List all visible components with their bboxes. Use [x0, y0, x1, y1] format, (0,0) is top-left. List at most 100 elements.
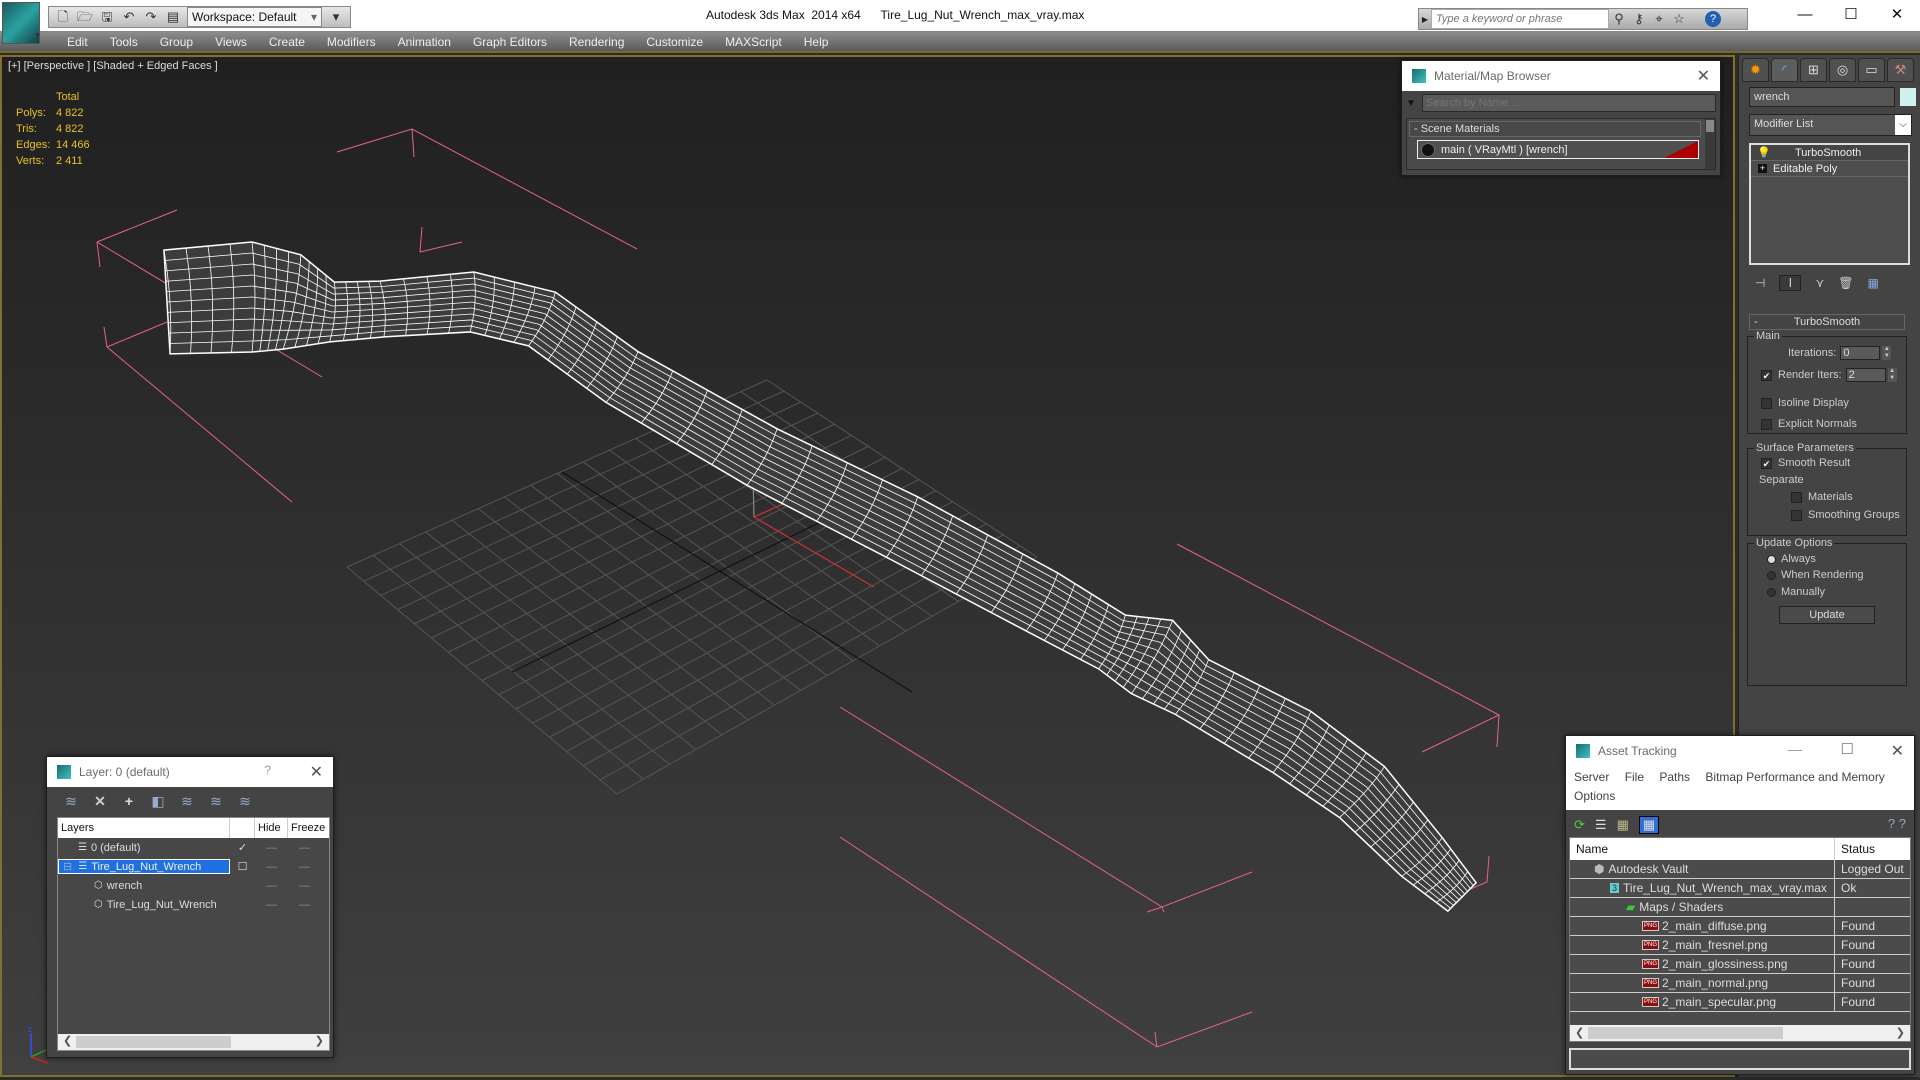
- tree-view-icon[interactable]: ▦: [1617, 817, 1629, 833]
- col-name[interactable]: Name: [1570, 838, 1835, 860]
- col-status[interactable]: Status: [1835, 838, 1875, 860]
- project-folder-icon[interactable]: ▤: [165, 9, 181, 25]
- layer-settings-icon[interactable]: ≋: [237, 793, 253, 810]
- modify-tab-icon[interactable]: ◜: [1771, 58, 1798, 82]
- menu-help[interactable]: Help: [793, 32, 840, 51]
- hide-toggle[interactable]: —: [255, 842, 288, 854]
- layer-row[interactable]: ⬡ wrench — —: [58, 876, 329, 895]
- stack-item-turbosmooth[interactable]: 💡 TurboSmooth: [1751, 145, 1908, 161]
- col-current[interactable]: [230, 818, 255, 838]
- scroll-right-icon[interactable]: ❯: [1896, 1026, 1905, 1039]
- close-icon[interactable]: ✕: [310, 762, 323, 782]
- stack-item-editable-poly[interactable]: + Editable Poly: [1751, 161, 1908, 177]
- col-freeze[interactable]: Freeze: [288, 818, 326, 838]
- viewport-label[interactable]: [+] [Perspective ] [Shaded + Edged Faces…: [8, 60, 218, 72]
- close-icon[interactable]: ✕: [1697, 66, 1710, 86]
- delete-layer-icon[interactable]: ✕: [92, 793, 108, 810]
- menu-modifiers[interactable]: Modifiers: [316, 32, 387, 51]
- materials-checkbox[interactable]: [1791, 491, 1802, 503]
- menu-file[interactable]: File: [1625, 770, 1644, 784]
- menu-rendering[interactable]: Rendering: [558, 32, 635, 51]
- turbosmooth-rollout-header[interactable]: - TurboSmooth: [1749, 314, 1905, 330]
- render-iters-checkbox[interactable]: ✔: [1761, 369, 1772, 381]
- object-name-field[interactable]: [1749, 87, 1895, 107]
- minimize-button[interactable]: —: [1788, 741, 1802, 757]
- render-iters-spinner[interactable]: 2: [1845, 368, 1886, 382]
- material-search-input[interactable]: [1422, 94, 1716, 112]
- freeze-toggle[interactable]: —: [288, 861, 321, 873]
- object-color-swatch[interactable]: [1900, 88, 1916, 106]
- scroll-left-icon[interactable]: ❮: [63, 1034, 72, 1047]
- save-icon[interactable]: 🖫: [99, 9, 115, 25]
- open-folder-icon[interactable]: 🗁: [77, 9, 93, 25]
- create-layer-icon[interactable]: ≋: [63, 793, 79, 810]
- highlight-layer-icon[interactable]: ≋: [208, 793, 224, 810]
- col-layers[interactable]: Layers: [58, 818, 230, 838]
- close-button[interactable]: ✕: [1874, 0, 1920, 30]
- layer-row[interactable]: ☰ 0 (default) ✓ — —: [58, 838, 329, 857]
- scroll-left-icon[interactable]: ❮: [1575, 1026, 1584, 1039]
- select-layer-icon[interactable]: ≋: [179, 793, 195, 810]
- add-to-layer-icon[interactable]: +: [121, 793, 137, 809]
- material-item[interactable]: main ( VRayMtl ) [wrench]: [1417, 140, 1699, 159]
- menu-paths[interactable]: Paths: [1659, 770, 1690, 784]
- lightbulb-icon[interactable]: 💡: [1757, 146, 1771, 159]
- freeze-toggle[interactable]: —: [288, 899, 321, 911]
- options-menu-icon[interactable]: ▼: [1406, 98, 1422, 109]
- asset-row[interactable]: 3 Tire_Lug_Nut_Wrench_max_vray.max Ok: [1570, 879, 1910, 898]
- new-file-icon[interactable]: 🗋: [55, 9, 71, 25]
- scroll-right-icon[interactable]: ❯: [315, 1034, 324, 1047]
- asset-row[interactable]: PNG 2_main_diffuse.png Found: [1570, 917, 1910, 936]
- asset-tracking-titlebar[interactable]: Asset Tracking — ☐ ✕: [1566, 736, 1914, 766]
- scrollbar-thumb[interactable]: [1588, 1027, 1783, 1039]
- modifier-list-dropdown[interactable]: Modifier List ⌵: [1749, 114, 1912, 136]
- collapse-tree-icon[interactable]: ⊟: [63, 860, 72, 873]
- close-icon[interactable]: ✕: [1891, 741, 1904, 761]
- asset-row[interactable]: PNG 2_main_normal.png Found: [1570, 974, 1910, 993]
- star-icon[interactable]: ☆: [1669, 11, 1689, 27]
- menu-graph-editors[interactable]: Graph Editors: [462, 32, 558, 51]
- refresh-icon[interactable]: ⟳: [1574, 817, 1585, 833]
- make-unique-icon[interactable]: ⋎: [1815, 276, 1824, 290]
- menu-maxscript[interactable]: MAXScript: [714, 32, 793, 51]
- workspace-dropdown[interactable]: Workspace: Default: [187, 7, 322, 27]
- menu-animation[interactable]: Animation: [387, 32, 462, 51]
- display-tab-icon[interactable]: ▭: [1858, 58, 1885, 82]
- menu-customize[interactable]: Customize: [635, 32, 714, 51]
- smoothing-groups-checkbox[interactable]: [1791, 509, 1802, 521]
- menu-options[interactable]: Options: [1574, 789, 1615, 803]
- col-hide[interactable]: Hide: [255, 818, 288, 838]
- customize-toolbar-icon[interactable]: ▾: [328, 9, 344, 25]
- redo-icon[interactable]: ↷: [143, 9, 159, 25]
- select-objects-icon[interactable]: ◧: [150, 793, 166, 810]
- help-icon[interactable]: ?: [1705, 11, 1721, 27]
- menu-create[interactable]: Create: [258, 32, 316, 51]
- create-tab-icon[interactable]: ✹: [1742, 58, 1769, 82]
- motion-tab-icon[interactable]: ◎: [1829, 58, 1856, 82]
- isoline-display-checkbox[interactable]: [1761, 397, 1772, 409]
- material-tree-scrollbar[interactable]: [1705, 119, 1715, 169]
- binoculars-icon[interactable]: ⚲: [1609, 11, 1629, 27]
- menu-group[interactable]: Group: [149, 32, 204, 51]
- asset-row[interactable]: ⬢ Autodesk Vault Logged Out: [1570, 860, 1910, 879]
- expand-plus-icon[interactable]: +: [1758, 164, 1767, 173]
- when-rendering-radio[interactable]: [1767, 570, 1776, 580]
- remove-modifier-icon[interactable]: 🗑: [1838, 276, 1853, 290]
- iterations-spinner[interactable]: 0: [1840, 346, 1881, 360]
- utilities-tab-icon[interactable]: ⚒: [1887, 58, 1914, 82]
- manually-radio[interactable]: [1767, 587, 1776, 597]
- freeze-toggle[interactable]: —: [288, 880, 321, 892]
- asset-row[interactable]: PNG 2_main_glossiness.png Found: [1570, 955, 1910, 974]
- scene-materials-group[interactable]: - Scene Materials: [1409, 121, 1701, 137]
- freeze-toggle[interactable]: —: [288, 842, 321, 854]
- satellite-icon[interactable]: ⌖: [1649, 11, 1669, 27]
- update-button[interactable]: Update: [1779, 606, 1875, 624]
- scrollbar-thumb[interactable]: [76, 1036, 231, 1048]
- help-icons[interactable]: ? ?: [1888, 816, 1906, 831]
- asset-row[interactable]: PNG 2_main_specular.png Found: [1570, 993, 1910, 1012]
- configure-modifier-sets-icon[interactable]: ▦: [1867, 276, 1878, 290]
- maximize-button[interactable]: ☐: [1828, 0, 1874, 30]
- hierarchy-tab-icon[interactable]: ⊞: [1800, 58, 1827, 82]
- hide-toggle[interactable]: —: [255, 899, 288, 911]
- menu-views[interactable]: Views: [204, 32, 258, 51]
